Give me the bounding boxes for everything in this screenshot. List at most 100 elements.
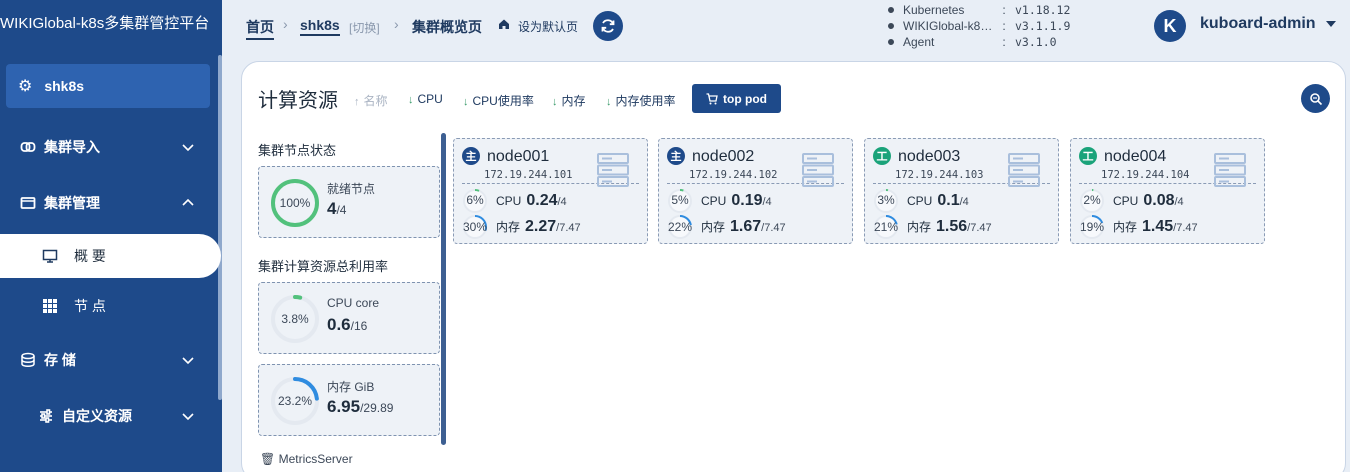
sidebar-item-cluster-import[interactable]: 集群导入 [0,125,218,169]
bullet-icon [888,23,894,29]
cpu-core-label: CPU core [327,296,380,310]
caret-down-icon[interactable] [1326,20,1336,28]
cpu-usage: CPU 0.19/4 [701,192,772,210]
ready-nodes-label: 就绪节点 [327,182,376,196]
sidebar-scrollbar[interactable] [218,55,222,400]
memory-value: 1.56 [936,218,968,235]
sidebar-item-cluster-manage[interactable]: 集群管理 [0,181,218,225]
top-pod-button[interactable]: top pod [692,84,781,113]
sidebar-item-custom-resources[interactable]: 自定义资源 [0,394,218,438]
user-menu[interactable]: kuboard-admin [1200,15,1316,33]
cluster-summary-column: 集群节点状态 100% 就绪节点 4/4 集群计算资源总利用率 3.8% CPU… [256,132,442,472]
sort-arrow-icon: ↓ [463,96,469,108]
memory-total: /7.47 [1173,222,1198,234]
memory-total: /7.47 [556,222,581,234]
ready-nodes-value: 4/4 [327,199,346,219]
database-icon [18,352,38,368]
avatar[interactable]: K [1154,10,1186,42]
sort-by-cpu[interactable]: ↓ CPU [408,92,443,106]
sort-label: 内存 [561,94,586,108]
ready-total: /4 [336,203,347,217]
breadcrumb-home[interactable]: 首页 [246,17,274,40]
metrics-server-label: MetricsServer [278,452,353,466]
memory-label: 内存 GiB [327,380,375,394]
cluster-selector[interactable]: ⚙ shk8s [6,64,210,108]
home-icon [499,19,509,29]
breadcrumb-cluster[interactable]: shk8s [300,17,340,36]
server-icon [1008,153,1040,187]
cpu-percent: 3% [877,193,895,207]
node-card[interactable]: 工 node003 172.19.244.103 3% CPU 0.1/4 21% 内存 1.5… [864,138,1059,244]
sidebar-item-storage[interactable]: 存 储 [0,338,218,382]
cpu-label: CPU [1113,194,1139,208]
memory-usage: 内存 1.56/7.47 [907,218,992,236]
sliders-icon [36,408,56,424]
sort-by-name[interactable]: ↑ 名称 [354,92,388,109]
memory-label: 内存 [1113,220,1138,234]
node-name[interactable]: node001 [487,148,549,166]
memory-total: /29.89 [360,401,394,415]
sort-label: 内存使用率 [615,94,676,108]
chevron-right-icon: › [394,16,399,32]
server-icon [597,153,629,187]
sidebar-item-nodes[interactable]: 节 点 [0,284,218,328]
ready-nodes-card: 100% 就绪节点 4/4 [258,166,440,238]
chevron-down-icon [182,144,194,152]
node-role-badge: 主 [462,147,480,165]
memory-percent: 23.2% [277,394,313,408]
node-ip: 172.19.244.103 [895,169,984,181]
node-name[interactable]: node003 [898,148,960,166]
memory-label: 内存 [907,220,932,234]
sidebar: WIKIGlobal-k8s多集群管控平台 ⚙ shk8s 集群导入 集群管理 … [0,0,222,472]
memory-percent: 19% [1079,220,1105,234]
refresh-icon [601,19,615,33]
server-icon [1214,153,1246,187]
cpu-total: /16 [350,319,368,333]
server-icon [802,153,834,187]
sidebar-item-label: 自定义资源 [62,408,132,424]
bullet-icon [888,7,894,13]
node-card[interactable]: 主 node002 172.19.244.102 5% CPU 0.19/4 22% 内存 1.… [658,138,853,244]
top-pod-label: top pod [723,91,767,106]
zoom-button[interactable] [1301,84,1330,113]
version-value: v3.1.1.9 [1015,19,1071,33]
sidebar-item-label: 集群管理 [44,195,100,211]
cpu-percent: 5% [671,193,689,207]
cpu-usage: CPU 0.08/4 [1113,192,1184,210]
page-title: 计算资源 [258,90,338,112]
sort-by-cpu-usage[interactable]: ↓ CPU使用率 [463,92,534,109]
node-name[interactable]: node002 [692,148,754,166]
refresh-button[interactable] [593,11,623,41]
column-scrollbar[interactable] [441,133,446,445]
metrics-server-link[interactable]: 🗑 MetricsServer [260,452,353,466]
node-role-badge: 主 [667,147,685,165]
version-row: Kubernetes : v1.18.12 [888,2,1070,18]
sort-by-memory-usage[interactable]: ↓ 内存使用率 [606,92,676,109]
version-row: Agent : v3.1.0 [888,34,1070,50]
cpu-label: CPU [907,194,933,208]
memory-value: 1.67 [730,218,762,235]
node-card[interactable]: 工 node004 172.19.244.104 2% CPU 0.08/4 19% 内存 1.… [1070,138,1265,244]
sort-by-memory[interactable]: ↓ 内存 [552,92,586,109]
compute-resources-panel: 计算资源 ↑ 名称 ↓ CPU ↓ CPU使用率 ↓ 内存 ↓ 内存使用率 top pod… [241,61,1346,472]
cluster-usage-title: 集群计算资源总利用率 [258,259,389,274]
cpu-usage: CPU 0.24/4 [496,192,567,210]
sidebar-item-label: 概 要 [74,248,106,264]
bullet-icon [888,39,894,45]
ready-percent: 100% [279,196,311,210]
cpu-value: 0.19 [731,192,763,209]
node-name[interactable]: node004 [1104,148,1166,166]
cluster-status-title: 集群节点状态 [258,143,337,158]
version-separator: : [1002,3,1006,17]
memory-value: 2.27 [525,218,557,235]
version-separator: : [1002,35,1006,49]
cpu-value: 0.08 [1143,192,1175,209]
node-card[interactable]: 主 node001 172.19.244.101 6% CPU 0.24/4 30% 内存 2.… [453,138,648,244]
breadcrumb-current: 集群概览页 [412,19,482,35]
breadcrumb-switch[interactable]: [切换] [349,19,380,36]
monitor-icon [40,248,60,264]
search-icon [1309,92,1322,105]
sidebar-item-overview[interactable]: 概 要 [0,234,221,278]
set-default-page-link[interactable]: 设为默认页 [518,18,578,35]
cart-icon [706,92,718,104]
